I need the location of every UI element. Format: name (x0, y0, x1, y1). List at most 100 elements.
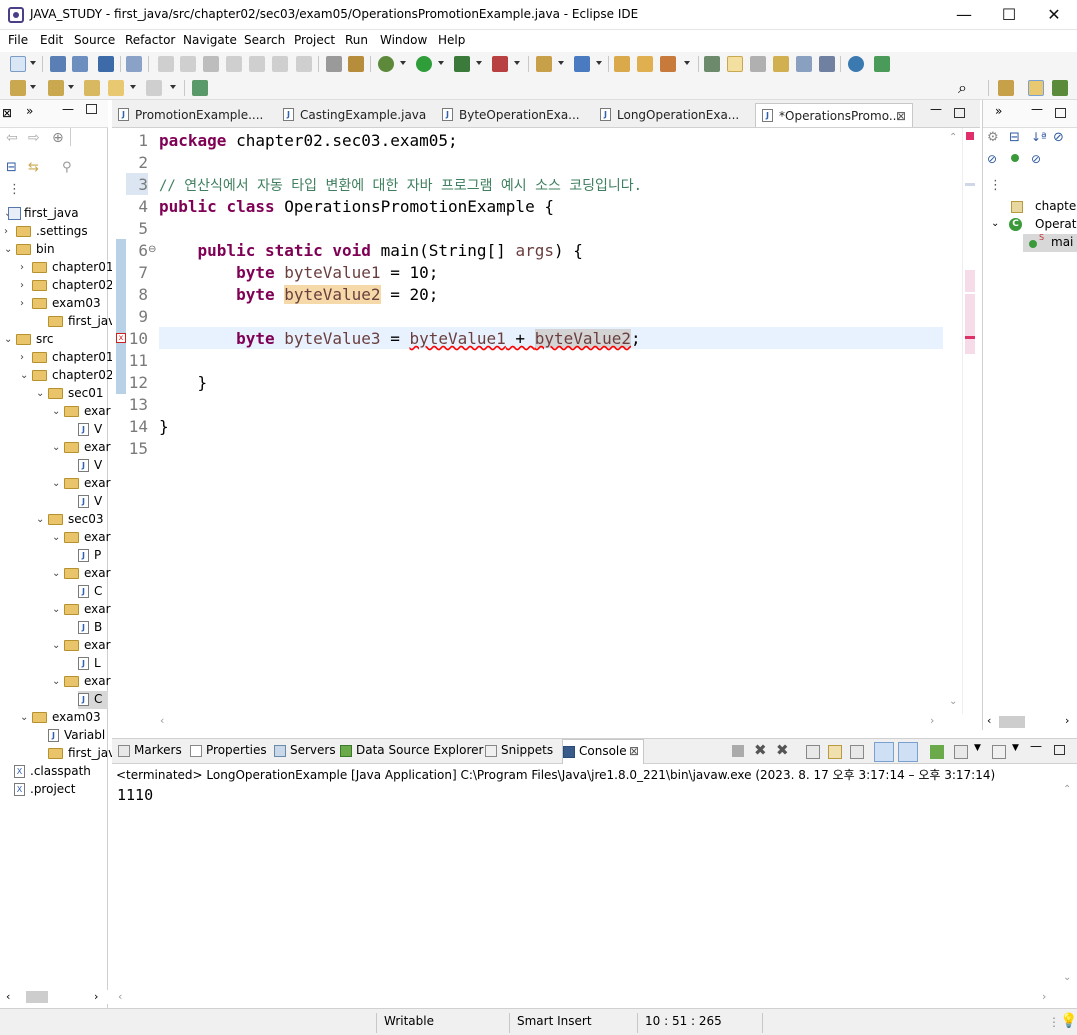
minimize-view-icon[interactable]: — (62, 102, 74, 116)
expanded-arrow-icon[interactable]: ⌄ (52, 568, 60, 579)
search-tool-icon[interactable] (660, 56, 676, 72)
view-menu-more-icon[interactable]: » (26, 104, 33, 118)
back-nav-icon[interactable]: ⇦ (6, 130, 18, 146)
collapsed-arrow-icon[interactable]: › (4, 226, 8, 237)
terminal-icon[interactable] (98, 56, 114, 72)
overview-marker[interactable] (965, 270, 975, 292)
overview-marker[interactable] (965, 183, 975, 186)
expand-arrow-icon[interactable]: ⌄ (991, 218, 999, 229)
web-browser-icon[interactable] (848, 56, 864, 72)
open-project-icon[interactable] (614, 56, 630, 72)
expanded-arrow-icon[interactable]: ⌄ (52, 604, 60, 615)
lightbulb-icon[interactable]: 💡 (1060, 1013, 1077, 1029)
show-whitespace-icon[interactable] (819, 56, 835, 72)
pin-editor-icon[interactable] (796, 56, 812, 72)
scroll-down-icon[interactable]: ⌄ (1063, 972, 1071, 983)
disconnect-icon[interactable] (226, 56, 242, 72)
word-wrap-icon[interactable] (850, 745, 864, 759)
expanded-arrow-icon[interactable]: ⌄ (52, 478, 60, 489)
scroll-left-icon[interactable]: ‹ (987, 714, 991, 727)
menu-refactor[interactable]: Refactor (125, 33, 175, 47)
insert-mode-status[interactable]: Smart Insert (517, 1014, 592, 1028)
scroll-left-icon[interactable]: ‹ (160, 714, 164, 727)
expanded-arrow-icon[interactable]: ⌄ (52, 532, 60, 543)
collapsed-arrow-icon[interactable]: › (20, 352, 24, 363)
back-dropdown-icon[interactable] (130, 85, 136, 89)
next-edit-icon[interactable] (10, 80, 26, 96)
scroll-up-icon[interactable]: ⌃ (1063, 784, 1071, 795)
run-dropdown-icon[interactable] (438, 61, 444, 65)
maximize-view-icon[interactable] (1054, 745, 1065, 755)
outline-method[interactable]: mai (1051, 235, 1073, 249)
new-java-project-icon[interactable] (536, 56, 552, 72)
toggle-mark-occurrences-icon[interactable] (326, 56, 342, 72)
search-icon[interactable]: ⌕ (958, 80, 974, 96)
close-button[interactable]: ✕ (1031, 0, 1077, 30)
error-overview-icon[interactable] (966, 132, 974, 140)
clear-console-icon[interactable] (806, 745, 820, 759)
open-console-icon[interactable] (992, 745, 1006, 759)
tree-java-file[interactable]: JC (78, 691, 108, 709)
new-class-icon[interactable] (574, 56, 590, 72)
horizontal-scrollbar[interactable]: ‹ › (985, 714, 1075, 728)
prev-annotation-icon[interactable] (773, 56, 789, 72)
remove-all-launches-icon[interactable]: ✖ (776, 741, 789, 759)
show-on-stdout-icon[interactable] (874, 742, 894, 762)
menu-window[interactable]: Window (380, 33, 427, 47)
menu-file[interactable]: File (8, 33, 28, 47)
hide-static-icon[interactable]: ⊘ (987, 152, 997, 166)
display-console-icon[interactable] (954, 745, 968, 759)
maximize-view-icon[interactable] (1055, 108, 1066, 118)
open-folder-icon[interactable] (637, 56, 653, 72)
view-menu-more-icon[interactable]: » (995, 104, 1002, 118)
expanded-arrow-icon[interactable]: ⌄ (52, 640, 60, 651)
minimize-view-icon[interactable]: — (1031, 102, 1043, 116)
vertical-scrollbar[interactable]: ⌃ ⌄ (1059, 782, 1075, 990)
code-editor[interactable]: 1 2 3 4 5 6 ⊖ 7 8 9 x 10 11 12 13 14 15 … (112, 128, 980, 730)
menu-search[interactable]: Search (244, 33, 285, 47)
scroll-right-icon[interactable]: › (1042, 990, 1046, 1003)
annotation-icon[interactable] (704, 56, 720, 72)
collapsed-arrow-icon[interactable]: › (20, 298, 24, 309)
display-console-dropdown-icon[interactable]: ▼ (974, 743, 981, 753)
terminate-icon[interactable] (203, 56, 219, 72)
tab-byte-operation-example[interactable]: J ByteOperationExa... (442, 103, 592, 127)
new-java-dropdown-icon[interactable] (558, 61, 564, 65)
horizontal-scrollbar[interactable]: ‹ › (112, 990, 1057, 1004)
run-last-icon[interactable] (874, 56, 890, 72)
expanded-arrow-icon[interactable]: ⌄ (52, 406, 60, 417)
external-tools-dropdown-icon[interactable] (514, 61, 520, 65)
scroll-thumb[interactable] (26, 991, 48, 1003)
prev-edit-dropdown-icon[interactable] (68, 85, 74, 89)
terminate-icon[interactable] (732, 745, 744, 757)
link-with-editor-icon[interactable]: ⇆ (28, 160, 39, 175)
error-overview-marker[interactable] (965, 336, 975, 339)
last-edit-location-icon[interactable] (84, 80, 100, 96)
maximize-button[interactable]: ☐ (986, 0, 1032, 30)
maximize-editor-icon[interactable] (954, 108, 965, 118)
outline-package[interactable]: chapter (1035, 199, 1077, 213)
next-edit-dropdown-icon[interactable] (30, 85, 36, 89)
hide-local-types-icon[interactable]: ⊘ (1031, 152, 1041, 166)
pin-icon[interactable] (192, 80, 208, 96)
view-menu-icon[interactable]: ⋮ (8, 182, 21, 197)
new-icon[interactable] (10, 56, 26, 72)
minimize-editor-icon[interactable]: — (930, 102, 942, 116)
step-into-icon[interactable] (249, 56, 265, 72)
debug-perspective-icon[interactable] (1052, 80, 1068, 96)
maximize-view-icon[interactable] (86, 104, 97, 114)
scroll-thumb[interactable] (999, 716, 1025, 728)
menu-help[interactable]: Help (438, 33, 465, 47)
step-return-icon[interactable] (296, 56, 312, 72)
expanded-arrow-icon[interactable]: ⌄ (52, 676, 60, 687)
open-type-icon[interactable] (348, 56, 364, 72)
expanded-arrow-icon[interactable]: ⌄ (36, 514, 44, 525)
back-icon[interactable] (108, 80, 124, 96)
close-tab-icon[interactable]: ⊠ (629, 744, 639, 758)
overview-ruler[interactable] (962, 128, 976, 714)
save-icon[interactable] (50, 56, 66, 72)
horizontal-scrollbar[interactable]: ‹ › (0, 990, 108, 1004)
scroll-down-icon[interactable]: ⌄ (949, 696, 957, 707)
vertical-scrollbar[interactable]: ⌃ ⌄ (946, 128, 960, 714)
open-perspective-icon[interactable] (998, 80, 1014, 96)
